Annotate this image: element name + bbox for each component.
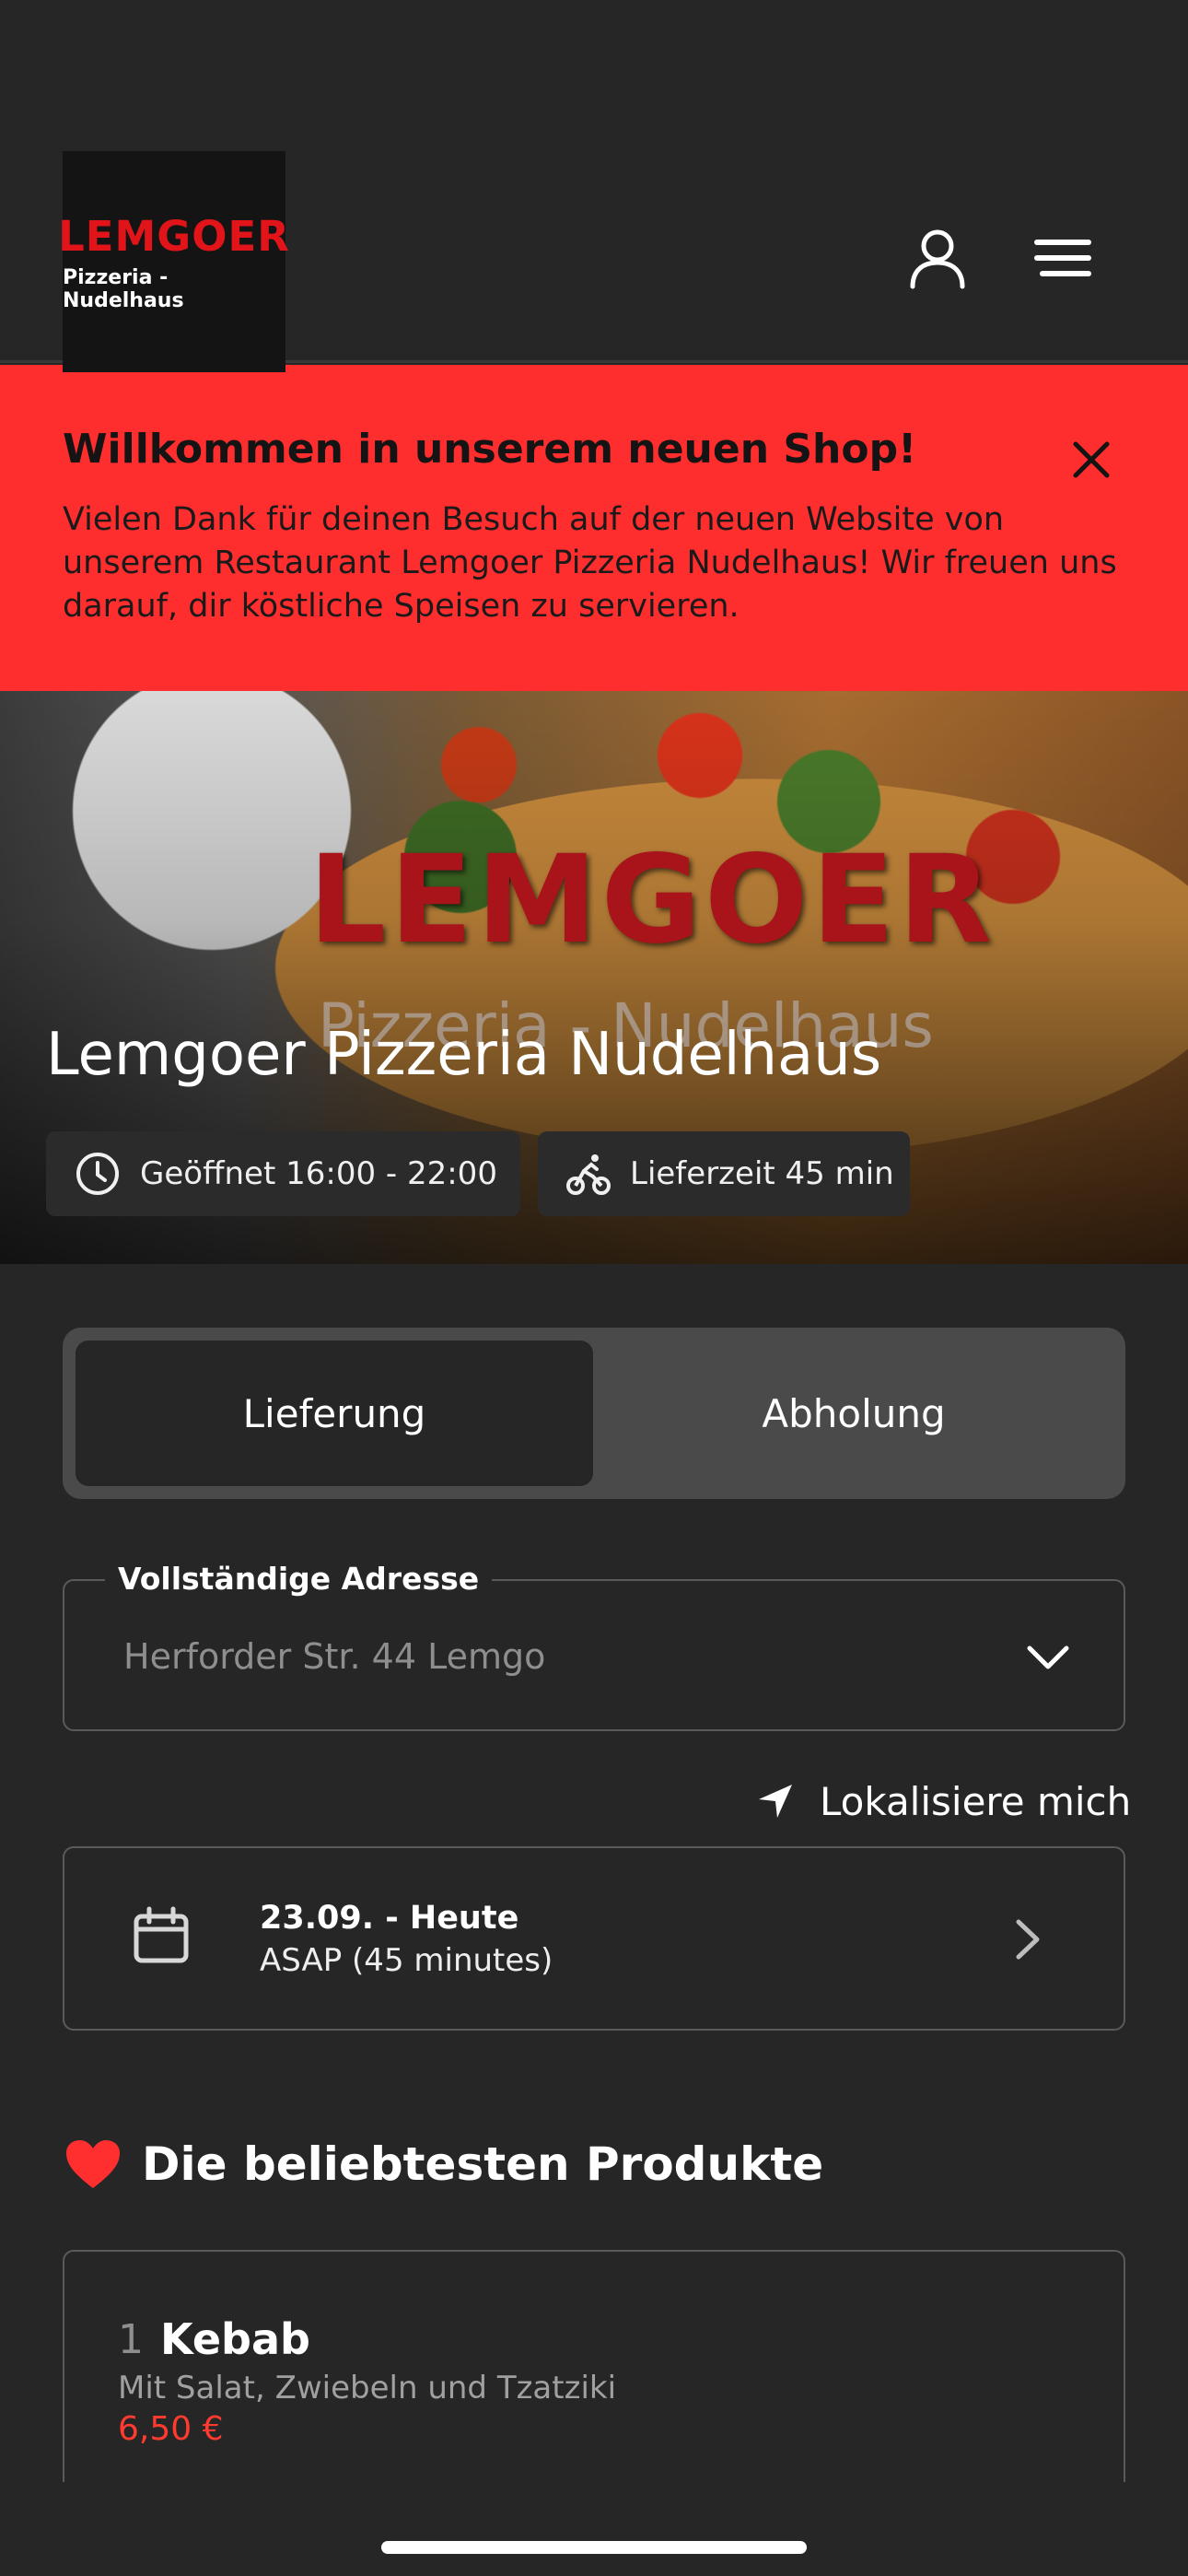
location-arrow-icon [759, 1785, 792, 1818]
menu-icon[interactable] [1031, 226, 1096, 290]
address-field[interactable]: Vollständige Adresse Herforder Str. 44 L… [63, 1561, 1125, 1731]
opening-hours-text: Geöffnet 16:00 - 22:00 [140, 1155, 497, 1192]
clock-icon [76, 1153, 119, 1195]
bike-icon [566, 1154, 611, 1195]
address-label: Vollständige Adresse [105, 1561, 493, 1597]
hero-image: LEMGOER Pizzeria - Nudelhaus Lemgoer Piz… [0, 691, 1188, 1264]
delivery-time-text: Lieferzeit 45 min [630, 1155, 894, 1192]
delivery-time-chip: Lieferzeit 45 min [538, 1131, 910, 1216]
product-name: Kebab [160, 2314, 310, 2364]
home-indicator[interactable] [381, 2541, 807, 2554]
popular-products-title: Die beliebtesten Produkte [142, 2137, 824, 2191]
product-description: Mit Salat, Zwiebeln und Tzatziki [118, 2370, 617, 2406]
banner-text: Vielen Dank für deinen Besuch auf der ne… [63, 501, 1117, 625]
delivery-schedule[interactable]: 23.09. - Heute ASAP (45 minutes) [63, 1846, 1125, 2031]
order-mode-toggle: Lieferung Abholung [63, 1328, 1125, 1499]
banner-title: Willkommen in unserem neuen Shop! [63, 426, 917, 473]
welcome-banner: Willkommen in unserem neuen Shop! Vielen… [0, 365, 1188, 691]
product-rank: 1 [118, 2316, 144, 2363]
locate-me-label: Lokalisiere mich [820, 1778, 1132, 1824]
address-placeholder: Herforder Str. 44 Lemgo [123, 1636, 546, 1677]
user-icon[interactable] [905, 226, 970, 290]
chevron-down-icon [1027, 1645, 1069, 1669]
restaurant-name: Lemgoer Pizzeria Nudelhaus [46, 1021, 882, 1089]
close-icon[interactable] [1068, 437, 1114, 483]
bottom-safe-area [0, 2482, 1188, 2576]
schedule-time: ASAP (45 minutes) [260, 1942, 553, 1979]
calendar-icon [134, 1906, 189, 1963]
logo-brand: LEMGOER [58, 211, 290, 261]
tab-pickup[interactable]: Abholung [595, 1341, 1112, 1486]
heart-icon [66, 2140, 120, 2188]
locate-me-button[interactable]: Lokalisiere mich [755, 1774, 1131, 1829]
opening-hours-chip: Geöffnet 16:00 - 22:00 [46, 1131, 520, 1216]
chevron-right-icon [1016, 1919, 1040, 1960]
popular-products-heading: Die beliebtesten Produkte [64, 2137, 823, 2191]
schedule-date: 23.09. - Heute [260, 1900, 519, 1937]
logo-subtitle: Pizzeria - Nudelhaus [63, 265, 184, 312]
product-price: 6,50 € [118, 2410, 224, 2448]
tab-delivery[interactable]: Lieferung [76, 1341, 593, 1486]
hero-brand: LEMGOER [309, 829, 996, 971]
restaurant-logo[interactable]: LEMGOER Pizzeria - Nudelhaus [58, 151, 289, 372]
